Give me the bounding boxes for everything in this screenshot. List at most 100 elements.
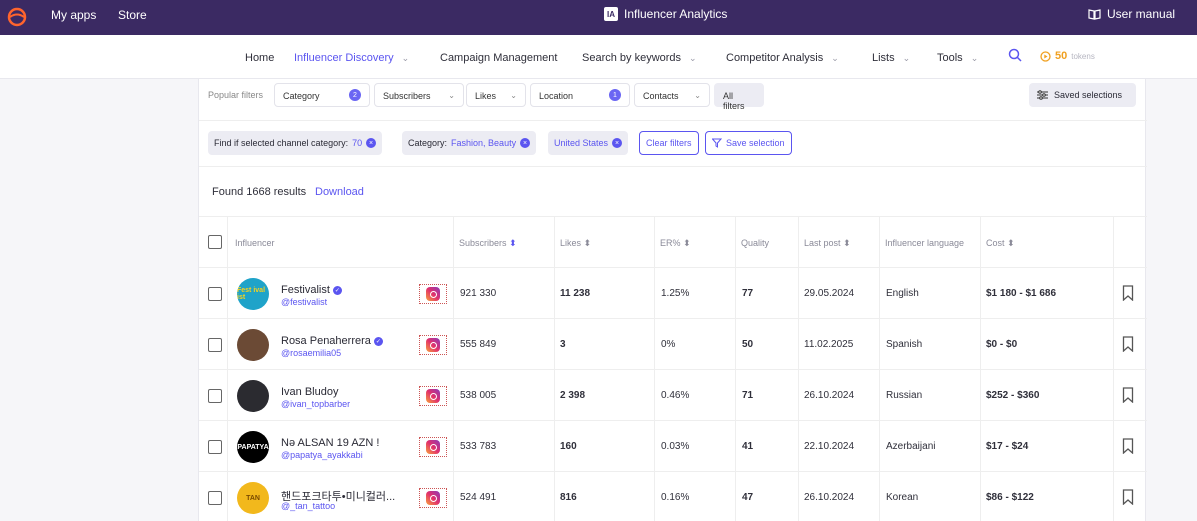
cell-er: 0.16% — [661, 492, 690, 503]
row-checkbox[interactable] — [208, 287, 222, 301]
avatar[interactable]: TAN — [237, 482, 269, 514]
nav-search-by-keywords[interactable]: Search by keywords ⌄ — [582, 52, 697, 64]
table-row[interactable]: TAN 핸드포크타투•미니컬러... @_tan_tattoo 524 491 816 0… — [199, 472, 1147, 521]
influencer-handle[interactable]: @festivalist — [281, 297, 327, 307]
book-icon — [1088, 9, 1101, 20]
avatar[interactable]: Fest ival ist — [237, 278, 269, 310]
instagram-icon[interactable] — [419, 386, 447, 406]
cell-subscribers: 533 783 — [460, 441, 497, 452]
chip-category[interactable]: Category: Fashion, Beauty × — [402, 131, 537, 155]
row-checkbox[interactable] — [208, 491, 222, 505]
select-all-checkbox[interactable] — [208, 235, 222, 249]
influencer-name[interactable]: Rosa Penaherrera ✓ — [281, 335, 383, 347]
remove-chip-icon[interactable]: × — [520, 138, 531, 148]
my-apps-link[interactable]: My apps — [51, 8, 96, 22]
nav-influencer-discovery[interactable]: Influencer Discovery ⌄ — [294, 52, 409, 64]
col-subscribers[interactable]: Subscribers ⬍ — [459, 238, 517, 249]
cell-quality: 41 — [742, 441, 754, 452]
instagram-icon[interactable] — [419, 335, 447, 355]
chevron-down-icon: ⌄ — [831, 52, 839, 63]
sort-icon: ⬍ — [583, 238, 592, 248]
bookmark-icon[interactable] — [1122, 336, 1134, 352]
influencer-name-text: Nə ALSAN 19 AZN ! — [281, 437, 380, 449]
funnel-plus-icon — [712, 138, 722, 148]
col-cost[interactable]: Cost ⬍ — [986, 238, 1015, 249]
semrush-logo-icon[interactable] — [6, 6, 28, 28]
saved-selections-button[interactable]: Saved selections — [1029, 83, 1136, 107]
cell-subscribers: 555 849 — [460, 339, 497, 350]
location-count-badge: 1 — [609, 89, 621, 101]
bookmark-icon[interactable] — [1122, 438, 1134, 454]
active-filters-bar: Find if selected channel category: 70 × … — [199, 121, 1147, 167]
store-link[interactable]: Store — [118, 8, 147, 22]
chip-category-value: Fashion, Beauty — [451, 138, 517, 148]
download-link[interactable]: Download — [315, 186, 364, 198]
cell-cost: $1 180 - $1 686 — [986, 288, 1057, 299]
tokens-balance[interactable]: 50 tokens — [1040, 50, 1095, 62]
user-manual-link[interactable]: User manual — [1088, 7, 1175, 21]
influencer-handle[interactable]: @_tan_tattoo — [281, 501, 335, 511]
chip-location[interactable]: United States × — [548, 131, 629, 155]
remove-chip-icon[interactable]: × — [612, 138, 623, 148]
cell-cost: $86 - $122 — [986, 492, 1034, 503]
nav-home[interactable]: Home — [245, 52, 274, 64]
col-likes[interactable]: Likes ⬍ — [560, 238, 591, 249]
bookmark-icon[interactable] — [1122, 285, 1134, 301]
row-checkbox[interactable] — [208, 338, 222, 352]
cell-last-post: 26.10.2024 — [804, 492, 855, 503]
remove-chip-icon[interactable]: × — [366, 138, 377, 148]
search-icon[interactable] — [1008, 48, 1022, 62]
avatar[interactable] — [237, 380, 269, 412]
col-last-post[interactable]: Last post ⬍ — [804, 238, 851, 249]
tokens-label: tokens — [1071, 51, 1095, 61]
cell-likes: 160 — [560, 441, 577, 452]
likes-filter-label: Likes — [475, 91, 497, 101]
app-title-text: Influencer Analytics — [624, 7, 728, 21]
cell-last-post: 29.05.2024 — [804, 288, 855, 299]
instagram-icon[interactable] — [419, 488, 447, 508]
influencer-handle[interactable]: @papatya_ayakkabi — [281, 450, 363, 460]
chip-location-value: United States — [554, 138, 609, 148]
table-row[interactable]: Fest ival ist Festivalist ✓ @festivalist 921… — [199, 268, 1147, 319]
nav-campaign-management[interactable]: Campaign Management — [440, 52, 557, 64]
table-row[interactable]: Rosa Penaherrera ✓ @rosaemilia05 555 849 3 0%… — [199, 319, 1147, 370]
category-filter[interactable]: Category 2 — [274, 83, 370, 107]
instagram-icon[interactable] — [419, 284, 447, 304]
influencer-name[interactable]: Nə ALSAN 19 AZN ! — [281, 437, 379, 449]
all-filters-button[interactable]: All filters — [714, 83, 764, 111]
table-row[interactable]: PAPATYA Nə ALSAN 19 AZN ! @papatya_ayakkab… — [199, 421, 1147, 472]
location-filter[interactable]: Location 1 — [530, 83, 630, 107]
save-selection-button[interactable]: Save selection — [705, 131, 792, 155]
chevron-down-icon: ⌄ — [689, 52, 697, 63]
influencer-name[interactable]: Festivalist ✓ — [281, 284, 342, 296]
chip-find-category[interactable]: Find if selected channel category: 70 × — [208, 131, 383, 155]
subscribers-filter[interactable]: Subscribers ⌄ — [374, 83, 464, 107]
nav-tools[interactable]: Tools ⌄ — [937, 52, 978, 64]
likes-filter[interactable]: Likes ⌄ — [466, 83, 526, 107]
sort-icon: ⬍ — [1007, 238, 1015, 248]
user-manual-label: User manual — [1107, 7, 1176, 21]
chevron-down-icon: ⌄ — [448, 91, 455, 100]
nav-lists-label: Lists — [872, 52, 895, 64]
row-checkbox[interactable] — [208, 440, 222, 454]
cell-likes: 816 — [560, 492, 577, 503]
main-nav: Home Influencer Discovery ⌄ Campaign Man… — [0, 35, 1197, 79]
col-er[interactable]: ER% ⬍ — [660, 238, 691, 249]
nav-competitor-analysis[interactable]: Competitor Analysis ⌄ — [726, 52, 839, 64]
nav-lists[interactable]: Lists ⌄ — [872, 52, 910, 64]
cell-last-post: 11.02.2025 — [804, 339, 854, 350]
instagram-icon[interactable] — [419, 437, 447, 457]
row-checkbox[interactable] — [208, 389, 222, 403]
influencer-handle[interactable]: @rosaemilia05 — [281, 348, 341, 358]
cell-last-post: 22.10.2024 — [804, 441, 855, 452]
avatar[interactable]: PAPATYA — [237, 431, 269, 463]
contacts-filter[interactable]: Contacts ⌄ — [634, 83, 710, 107]
influencer-handle[interactable]: @ivan_topbarber — [281, 399, 350, 409]
bookmark-icon[interactable] — [1122, 387, 1134, 403]
table-row[interactable]: Ivan Bludoy @ivan_topbarber 538 005 2 398 0.… — [199, 370, 1147, 421]
influencer-name[interactable]: Ivan Bludoy — [281, 386, 338, 398]
avatar[interactable] — [237, 329, 269, 361]
clear-filters-button[interactable]: Clear filters — [639, 131, 699, 155]
bookmark-icon[interactable] — [1122, 489, 1134, 505]
col-cost-label: Cost — [986, 238, 1005, 248]
